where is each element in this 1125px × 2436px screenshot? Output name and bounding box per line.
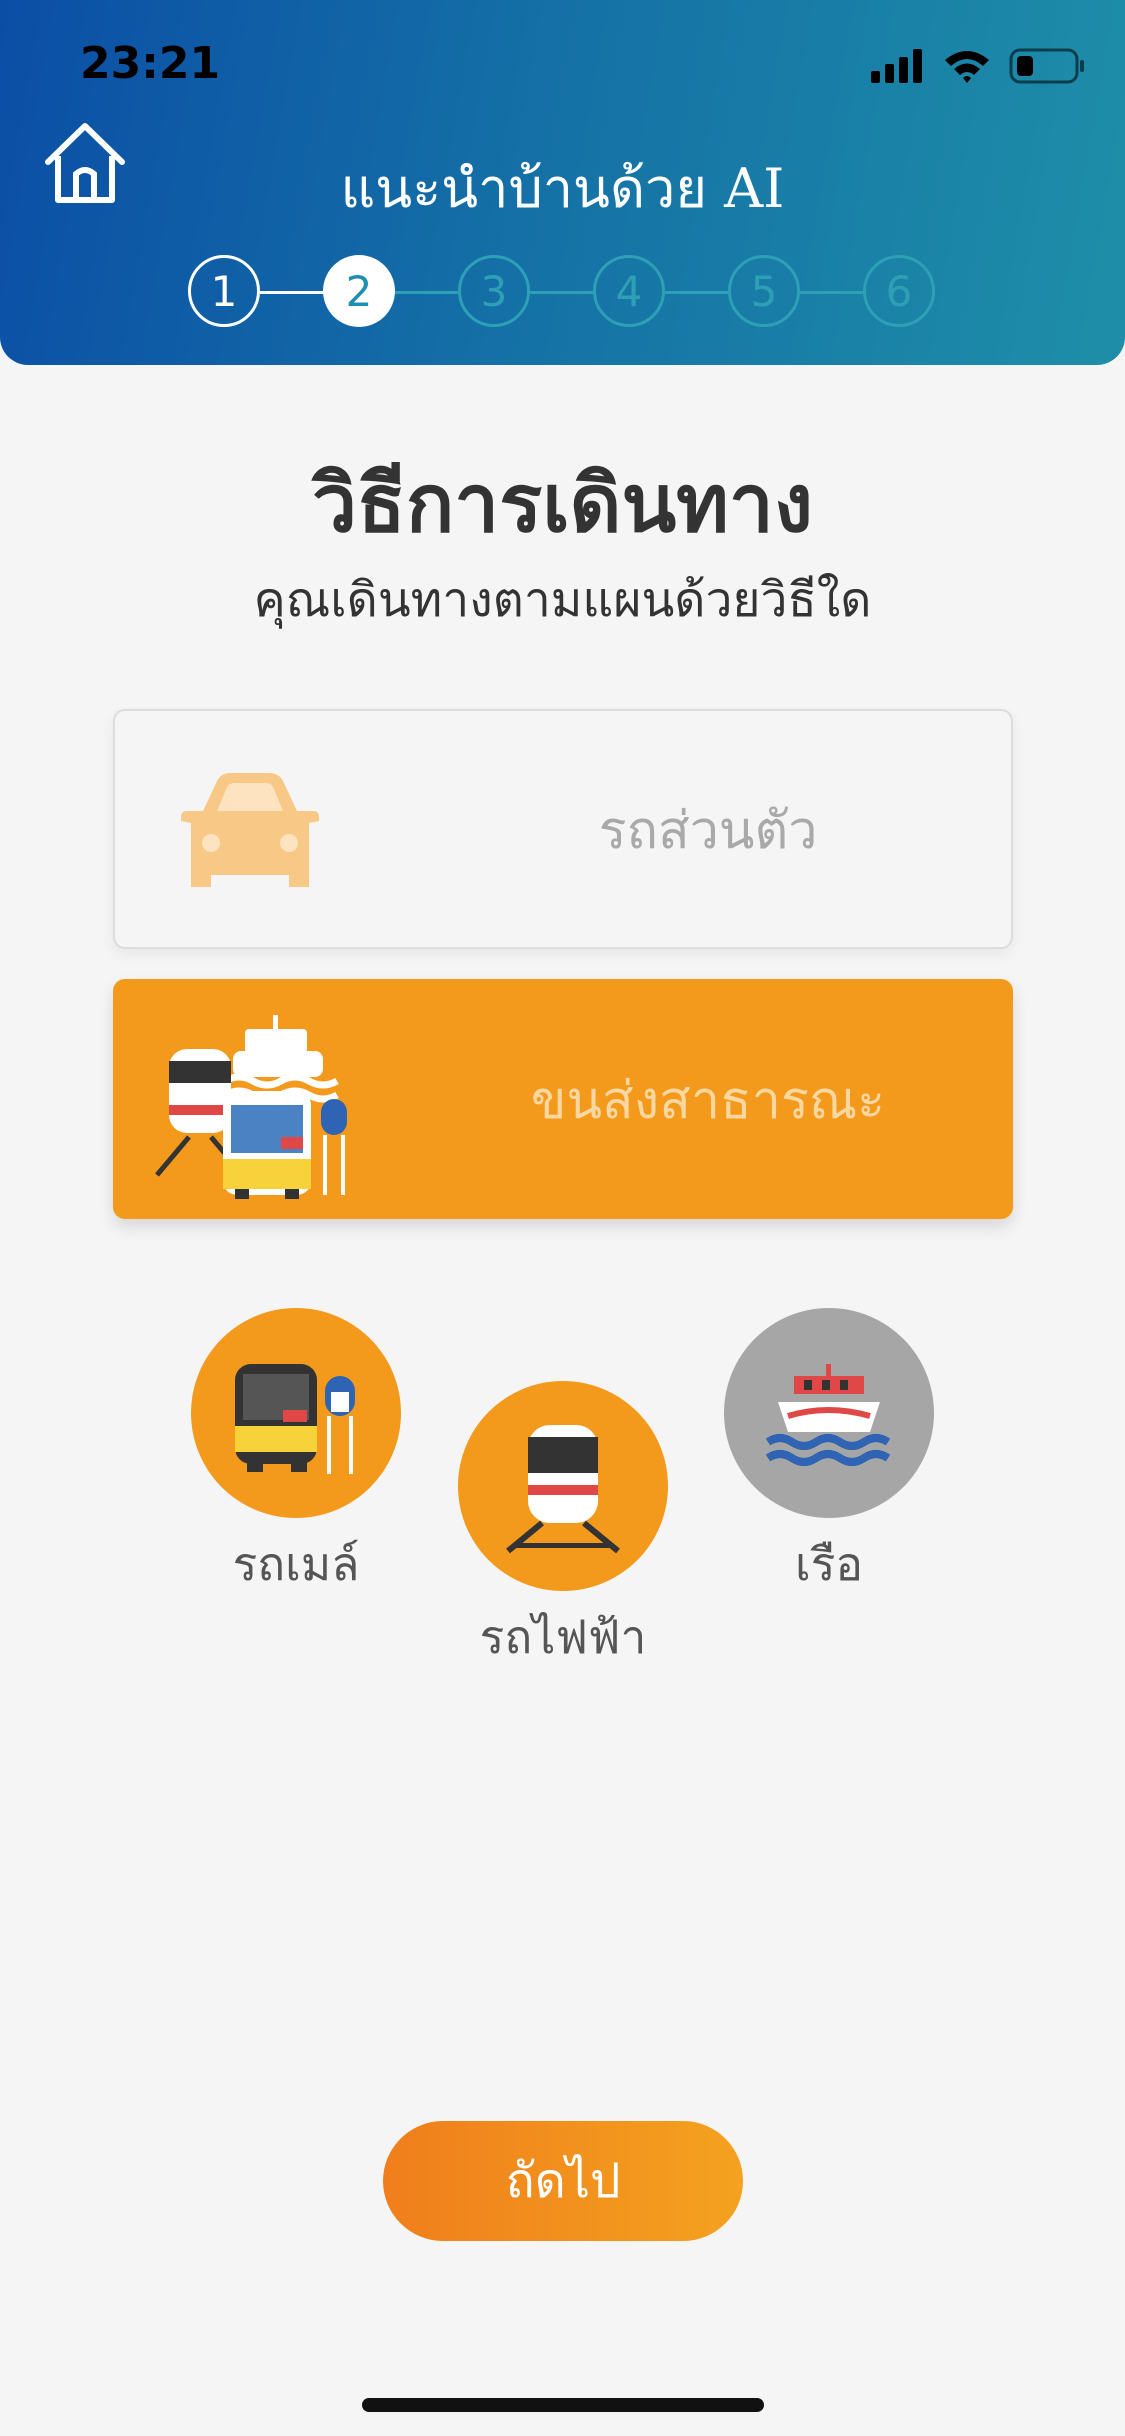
page-title: วิธีการเดินทาง: [312, 457, 813, 550]
home-indicator: [362, 2398, 764, 2412]
status-time: 23:21: [80, 38, 221, 89]
public-transport-option[interactable]: ขนส่งสาธารณะ: [113, 979, 1013, 1219]
step-5: 5: [728, 255, 800, 327]
step-6: 6: [863, 255, 935, 327]
boat-mode-label: เรือ: [794, 1537, 864, 1591]
boat-mode-circle[interactable]: [724, 1308, 934, 1518]
private-car-label: รถส่วนตัว: [598, 800, 818, 861]
next-button[interactable]: ถัดไป: [383, 2121, 743, 2241]
step-connector: [530, 291, 593, 294]
step-2[interactable]: 2: [323, 255, 395, 327]
boat-icon: [765, 1364, 891, 1466]
public-transport-label: ขนส่งสาธารณะ: [530, 1070, 886, 1131]
status-icons: [871, 46, 1085, 86]
wifi-icon: [945, 51, 989, 83]
skytrain-mode[interactable]: รถไฟฟ้า: [458, 1381, 668, 1674]
bus-mode[interactable]: รถเมล์: [191, 1308, 401, 1601]
battery-icon: [1009, 48, 1084, 84]
car-icon: [181, 773, 319, 887]
signal-icon: [871, 49, 922, 83]
step-connector: [260, 291, 323, 294]
bus-mode-label: รถเมล์: [232, 1537, 360, 1591]
bus-mode-circle[interactable]: [191, 1308, 401, 1518]
boat-mode[interactable]: เรือ: [724, 1308, 934, 1601]
step-4: 4: [593, 255, 665, 327]
skytrain-mode-circle[interactable]: [458, 1381, 668, 1591]
bus-icon: [235, 1364, 355, 1474]
stepper: 1 2 3 4 5 6: [188, 255, 938, 331]
header: 23:21 แนะนำบ้านด้วย AI 1 2 3 4 5 6: [0, 0, 1125, 365]
page-subtitle: คุณเดินทางตามแผนด้วยวิธีใด: [253, 572, 872, 628]
train-icon: [506, 1425, 620, 1554]
header-title: แนะนำบ้านด้วย AI: [340, 157, 785, 220]
step-connector: [800, 291, 863, 294]
step-1[interactable]: 1: [188, 255, 260, 327]
public-transport-icon: [155, 1015, 347, 1199]
step-connector: [395, 291, 458, 294]
private-car-option[interactable]: รถส่วนตัว: [113, 709, 1013, 949]
step-connector: [665, 291, 728, 294]
skytrain-mode-label: รถไฟฟ้า: [479, 1610, 647, 1664]
step-3: 3: [458, 255, 530, 327]
